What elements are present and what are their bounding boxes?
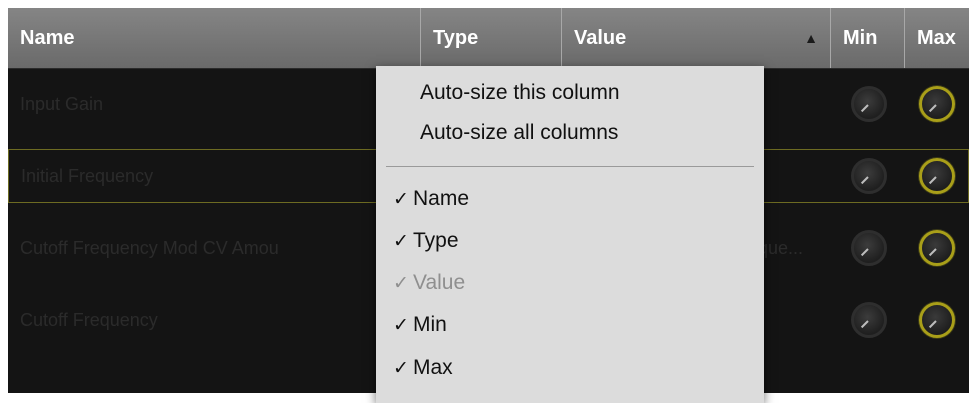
checkmark-icon: ✓ [393,189,409,210]
menu-item-column-max[interactable]: ✓ Max [376,349,764,387]
sort-ascending-icon: ▲ [804,30,818,46]
max-knob-icon[interactable] [919,302,955,338]
menu-item-column-min[interactable]: ✓ Min [376,306,764,344]
column-header-value[interactable]: Value ▲ [562,8,831,68]
row-name: Initial Frequency [21,165,154,186]
max-knob-icon[interactable] [919,158,955,194]
min-knob-icon[interactable] [851,158,887,194]
menu-item-autosize-all-columns[interactable]: Auto-size all columns [376,114,764,152]
max-knob-icon[interactable] [919,86,955,122]
menu-separator [386,166,754,167]
column-header-min[interactable]: Min [831,8,905,68]
checkmark-icon: ✓ [393,273,409,294]
checkmark-icon: ✓ [393,231,409,252]
max-knob-icon[interactable] [919,230,955,266]
row-name: Cutoff Frequency [20,309,158,330]
row-name: Input Gain [20,93,104,114]
checkmark-icon: ✓ [393,315,409,336]
menu-item-column-type[interactable]: ✓ Type [376,222,764,260]
menu-item-column-value: ✓ Value [376,264,764,302]
min-knob-icon[interactable] [851,302,887,338]
min-knob-icon[interactable] [851,86,887,122]
min-knob-icon[interactable] [851,230,887,266]
menu-item-column-name[interactable]: ✓ Name [376,180,764,218]
checkmark-icon: ✓ [393,358,409,379]
column-header-type[interactable]: Type [421,8,562,68]
column-context-menu: Auto-size this column Auto-size all colu… [376,66,764,403]
column-header-name[interactable]: Name [8,8,421,68]
table-header: Name Type Value ▲ Min Max [8,8,969,69]
column-header-max[interactable]: Max [905,8,969,68]
menu-item-autosize-this-column[interactable]: Auto-size this column [376,74,764,112]
row-name: Cutoff Frequency Mod CV Amou [20,237,279,258]
